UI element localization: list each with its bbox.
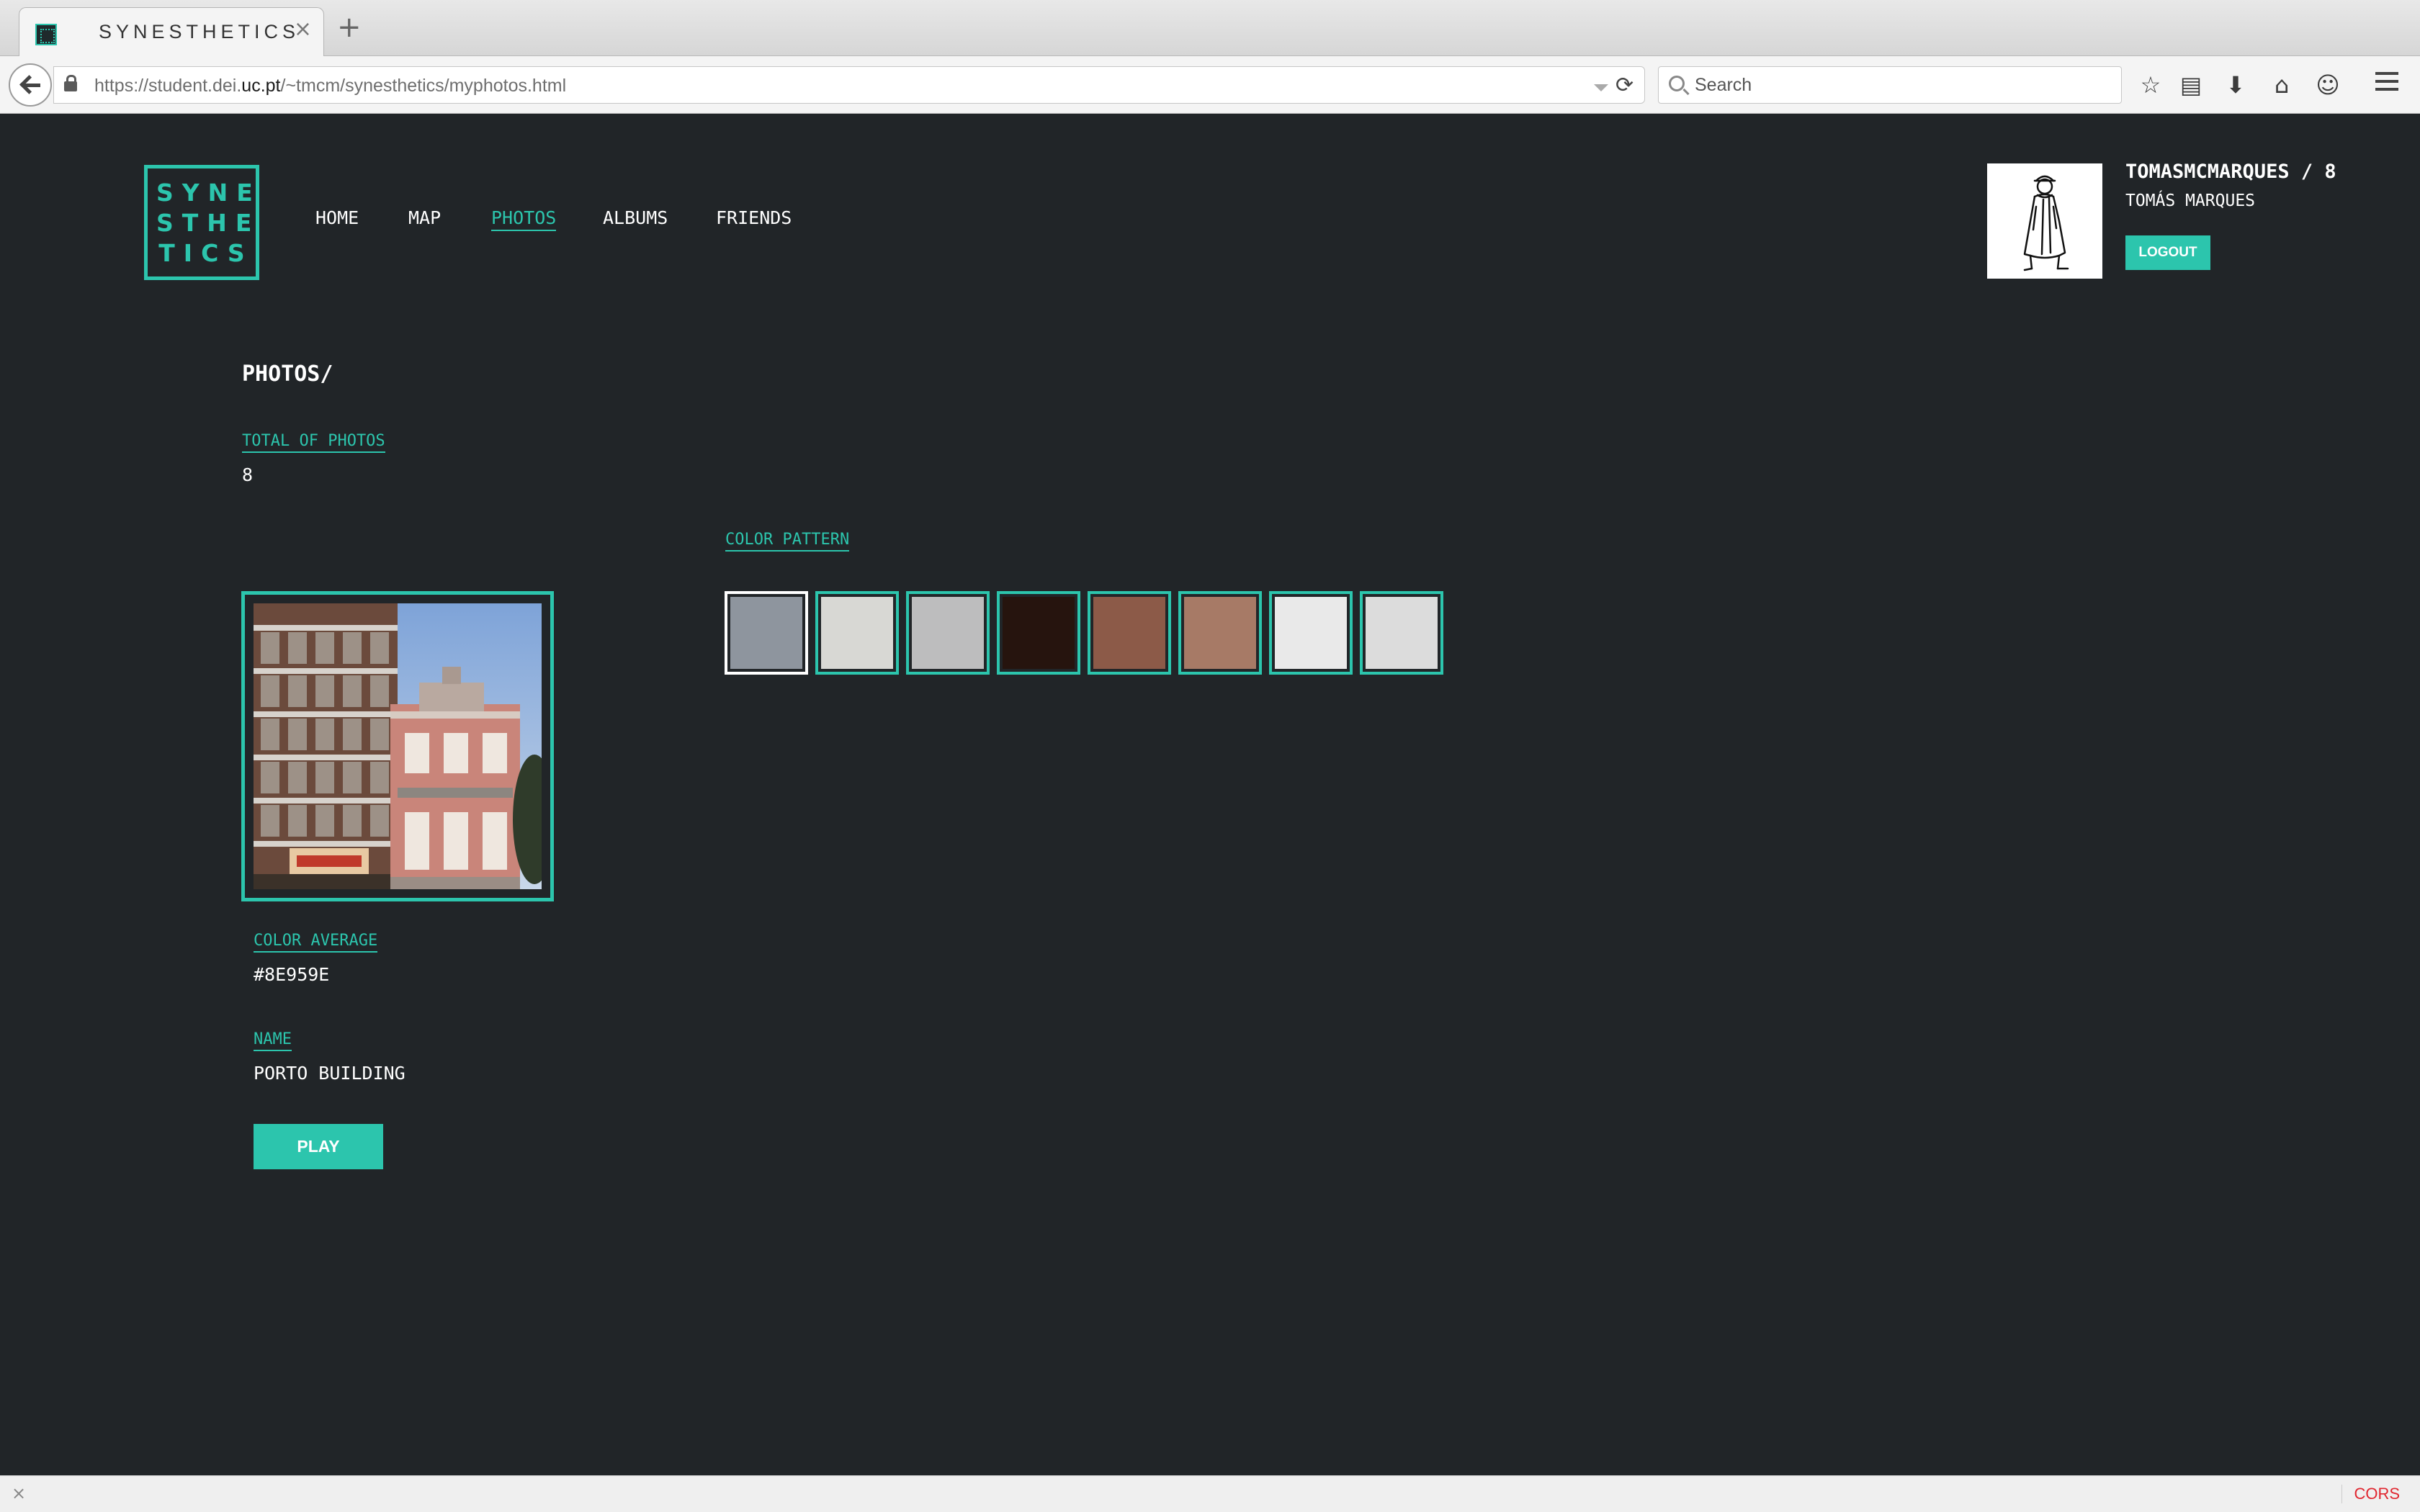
total-photos-label: TOTAL OF PHOTOS: [242, 432, 385, 453]
total-photos-value: 8: [242, 464, 254, 485]
reading-list-icon[interactable]: ▤: [2177, 71, 2205, 99]
photo-name-value: PORTO BUILDING: [254, 1063, 405, 1084]
color-swatch-8[interactable]: [1360, 591, 1443, 675]
color-pattern-label: COLOR PATTERN: [725, 531, 850, 552]
color-average-label: COLOR AVERAGE: [254, 932, 378, 953]
bookmark-star-icon[interactable]: ☆: [2136, 71, 2165, 99]
nav-home[interactable]: HOME: [315, 207, 359, 228]
color-swatch-1[interactable]: [725, 591, 808, 675]
back-arrow-icon[interactable]: [9, 63, 52, 107]
logo-line-1: SYNE: [156, 179, 261, 207]
color-swatch-3[interactable]: [906, 591, 990, 675]
color-swatch-2[interactable]: [815, 591, 899, 675]
color-swatch-4[interactable]: [997, 591, 1080, 675]
walking-figure-drawing-icon: [2023, 175, 2069, 271]
cors-extension-indicator[interactable]: CORS: [2341, 1485, 2400, 1503]
page-title: PHOTOS/: [242, 361, 333, 387]
status-close-icon[interactable]: ×: [12, 1483, 26, 1503]
tab-title: SYNESTHETICS: [99, 21, 300, 42]
search-icon: [1669, 76, 1685, 91]
nav-map[interactable]: MAP: [408, 207, 441, 228]
color-swatch-fill: [1184, 597, 1256, 669]
username-photo-count[interactable]: TOMASMCMARQUES / 8: [2125, 161, 2336, 183]
color-swatch-fill: [912, 597, 984, 669]
logo-line-3: TICS: [158, 239, 254, 267]
browser-tab[interactable]: SYNESTHETICS ×: [19, 7, 324, 58]
home-icon[interactable]: ⌂: [2267, 71, 2296, 99]
site-logo[interactable]: SYNE STHE TICS: [144, 165, 259, 280]
browser-navigation-bar: https://student.dei.uc.pt/~tmcm/synesthe…: [0, 56, 2420, 114]
nav-friends[interactable]: FRIENDS: [716, 207, 792, 228]
color-swatch-fill: [821, 597, 893, 669]
browser-status-bar: × CORS: [0, 1475, 2420, 1512]
hamburger-menu-icon[interactable]: [2375, 72, 2398, 95]
porto-building-photo: [254, 603, 542, 889]
play-button[interactable]: PLAY: [254, 1124, 383, 1169]
photo-thumbnail[interactable]: [241, 591, 554, 901]
url-text[interactable]: https://student.dei.uc.pt/~tmcm/synesthe…: [94, 76, 566, 96]
tab-close-icon[interactable]: ×: [294, 17, 312, 42]
logout-button[interactable]: LOGOUT: [2125, 235, 2210, 270]
color-swatch-5[interactable]: [1088, 591, 1171, 675]
browser-tab-strip: SYNESTHETICS × +: [0, 0, 2420, 58]
color-swatch-7[interactable]: [1269, 591, 1353, 675]
color-average-value: #8E959E: [254, 964, 330, 985]
color-swatch-fill: [730, 597, 802, 669]
search-bar[interactable]: [1658, 66, 2122, 104]
nav-albums[interactable]: ALBUMS: [603, 207, 668, 228]
color-swatch-6[interactable]: [1178, 591, 1262, 675]
page-content: SYNE STHE TICS HOME MAP PHOTOS ALBUMS FR…: [0, 114, 2420, 1475]
search-input[interactable]: [1695, 73, 2112, 97]
url-domain: uc.pt: [241, 76, 281, 96]
color-swatch-fill: [1093, 597, 1165, 669]
url-prefix: https://student.dei.: [94, 76, 242, 96]
photo-name-label: NAME: [254, 1030, 292, 1051]
chat-icon[interactable]: ☺: [2313, 71, 2342, 99]
address-bar[interactable]: https://student.dei.uc.pt/~tmcm/synesthe…: [53, 66, 1645, 104]
avatar[interactable]: [1987, 163, 2102, 279]
url-history-dropdown-icon[interactable]: [1594, 84, 1608, 91]
user-full-name: TOMÁS MARQUES: [2125, 192, 2256, 210]
new-tab-plus-icon[interactable]: +: [337, 13, 362, 42]
nav-photos[interactable]: PHOTOS: [491, 207, 557, 231]
site-favicon-icon: [35, 24, 57, 45]
color-swatch-fill: [1366, 597, 1438, 669]
download-icon[interactable]: ⬇: [2221, 71, 2250, 99]
url-path: /~tmcm/synesthetics/myphotos.html: [280, 76, 567, 96]
color-swatch-fill: [1275, 597, 1347, 669]
reload-icon[interactable]: ⟳: [1615, 73, 1634, 98]
logo-line-2: STHE: [156, 209, 261, 237]
lock-icon: [64, 75, 77, 91]
color-swatch-fill: [1003, 597, 1075, 669]
